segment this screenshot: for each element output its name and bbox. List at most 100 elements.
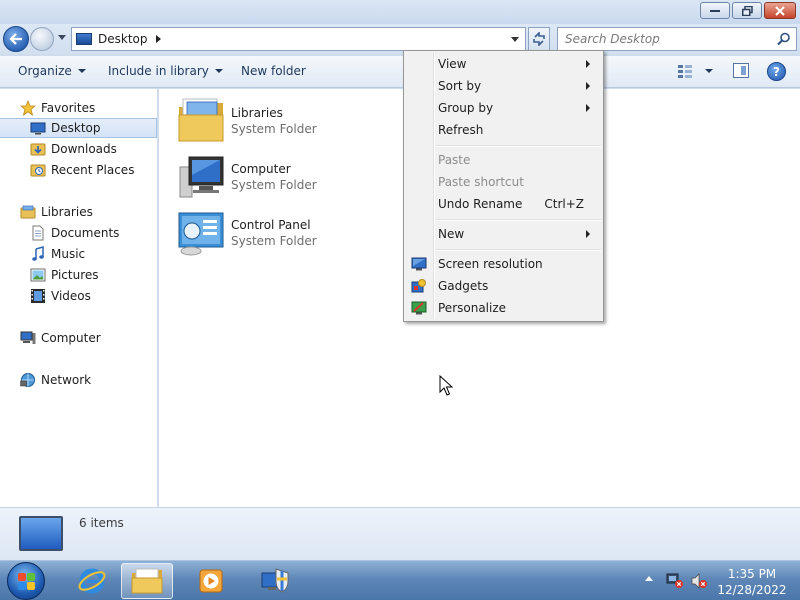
list-item-computer[interactable]: Computer System Folder — [177, 153, 397, 203]
recent-pages-dropdown[interactable] — [58, 35, 66, 40]
taskbar-internet-explorer[interactable] — [66, 563, 118, 599]
nav-desktop[interactable]: Desktop — [0, 118, 157, 138]
nav-pictures-label: Pictures — [51, 268, 99, 282]
change-view-button[interactable] — [677, 64, 713, 78]
chevron-down-icon — [214, 69, 223, 73]
menu-item-label: Refresh — [438, 123, 484, 137]
menu-item-view[interactable]: View — [406, 53, 601, 75]
volume-muted-icon[interactable] — [690, 573, 708, 589]
start-button[interactable] — [7, 562, 45, 600]
menu-item-label: Undo Rename — [438, 197, 523, 211]
address-dropdown-icon[interactable] — [511, 37, 519, 42]
nav-libraries-label: Libraries — [41, 205, 93, 219]
menu-item-label: Paste — [438, 153, 471, 167]
chevron-down-icon — [77, 69, 86, 73]
help-button[interactable]: ? — [767, 62, 786, 81]
view-options-icon — [678, 65, 692, 78]
menu-separator — [436, 249, 601, 251]
navigation-pane: Favorites Desktop Downloads Recent Place… — [0, 89, 158, 507]
menu-item-paste-shortcut: Paste shortcut — [406, 171, 601, 193]
item-type: System Folder — [231, 122, 317, 136]
taskbar-media-player[interactable] — [185, 563, 237, 599]
menu-item-label: Sort by — [438, 79, 482, 93]
menu-item-sort-by[interactable]: Sort by — [406, 75, 601, 97]
submenu-arrow-icon — [586, 82, 590, 90]
chevron-down-icon — [705, 69, 713, 73]
menu-item-label: View — [438, 57, 467, 71]
menu-item-undo-rename[interactable]: Undo Rename Ctrl+Z — [406, 193, 601, 215]
nav-network-label: Network — [41, 373, 92, 387]
close-button[interactable] — [764, 2, 796, 19]
document-icon — [32, 225, 44, 241]
nav-network[interactable]: Network — [20, 370, 177, 390]
nav-videos-label: Videos — [51, 289, 91, 303]
desktop-icon — [76, 33, 92, 45]
desktop-icon — [30, 122, 46, 135]
organize-button[interactable]: Organize — [18, 64, 86, 78]
include-in-library-button[interactable]: Include in library — [108, 64, 223, 78]
menu-item-gadgets[interactable]: Gadgets — [406, 275, 601, 297]
nav-favorites[interactable]: Favorites — [20, 98, 177, 118]
address-bar[interactable]: Desktop — [71, 27, 526, 51]
clock[interactable]: 1:35 PM 12/28/2022 — [712, 566, 792, 598]
network-status-icon[interactable] — [666, 573, 684, 589]
taskbar-windows-explorer[interactable] — [121, 563, 173, 599]
menu-item-new[interactable]: New — [406, 223, 601, 245]
computer-icon — [179, 156, 224, 198]
screen-resolution-icon — [411, 257, 427, 271]
media-player-icon — [199, 569, 223, 593]
control-panel-icon — [178, 212, 224, 256]
libraries-icon — [20, 205, 36, 219]
close-icon — [775, 5, 785, 16]
clock-time: 1:35 PM — [727, 567, 777, 581]
menu-item-personalize[interactable]: Personalize — [406, 297, 601, 319]
arrow-left-icon — [9, 33, 22, 45]
libraries-folder-icon — [178, 98, 224, 142]
nav-libraries[interactable]: Libraries — [20, 202, 177, 222]
menu-separator — [436, 219, 601, 221]
nav-desktop-label: Desktop — [51, 121, 101, 135]
forward-button[interactable] — [30, 27, 54, 51]
star-icon — [20, 100, 36, 116]
internet-explorer-icon — [78, 568, 106, 594]
item-type: System Folder — [231, 178, 317, 192]
preview-pane-button[interactable] — [733, 63, 749, 78]
refresh-button[interactable] — [528, 27, 550, 51]
desktop-icon — [19, 516, 63, 551]
windows-explorer-icon — [131, 568, 163, 594]
restore-icon — [741, 5, 753, 16]
organize-label: Organize — [18, 64, 72, 78]
nav-computer-label: Computer — [41, 331, 101, 345]
context-menu: View Sort by Group by Refresh Paste Past… — [403, 50, 604, 322]
menu-item-screen-resolution[interactable]: Screen resolution — [406, 253, 601, 275]
search-icon[interactable] — [777, 32, 791, 46]
action-center-icon — [261, 568, 289, 593]
restore-button[interactable] — [732, 2, 762, 19]
submenu-arrow-icon — [586, 230, 590, 238]
downloads-folder-icon — [30, 143, 46, 156]
list-item-libraries[interactable]: Libraries System Folder — [177, 97, 397, 147]
back-button[interactable] — [3, 26, 29, 52]
nav-music-label: Music — [51, 247, 86, 261]
list-item-control-panel[interactable]: Control Panel System Folder — [177, 209, 397, 259]
search-input[interactable] — [565, 32, 765, 46]
menu-item-refresh[interactable]: Refresh — [406, 119, 601, 141]
address-row: Desktop — [0, 24, 800, 54]
nav-computer[interactable]: Computer — [20, 328, 177, 348]
breadcrumb-chevron-icon[interactable] — [155, 35, 161, 43]
title-bar — [0, 0, 800, 24]
gadgets-icon — [411, 279, 426, 293]
show-hidden-icons-button[interactable] — [645, 576, 653, 581]
new-folder-button[interactable]: New folder — [241, 64, 306, 78]
item-type: System Folder — [231, 234, 317, 248]
menu-item-group-by[interactable]: Group by — [406, 97, 601, 119]
network-icon — [20, 373, 35, 387]
item-name: Control Panel — [231, 218, 311, 232]
breadcrumb-desktop[interactable]: Desktop — [98, 32, 148, 46]
refresh-icon — [533, 32, 545, 46]
item-count: 6 items — [79, 516, 124, 530]
menu-item-shortcut: Ctrl+Z — [544, 197, 584, 211]
minimize-button[interactable] — [700, 2, 730, 19]
menu-item-label: Personalize — [438, 301, 507, 315]
taskbar-action-center[interactable] — [248, 563, 300, 599]
